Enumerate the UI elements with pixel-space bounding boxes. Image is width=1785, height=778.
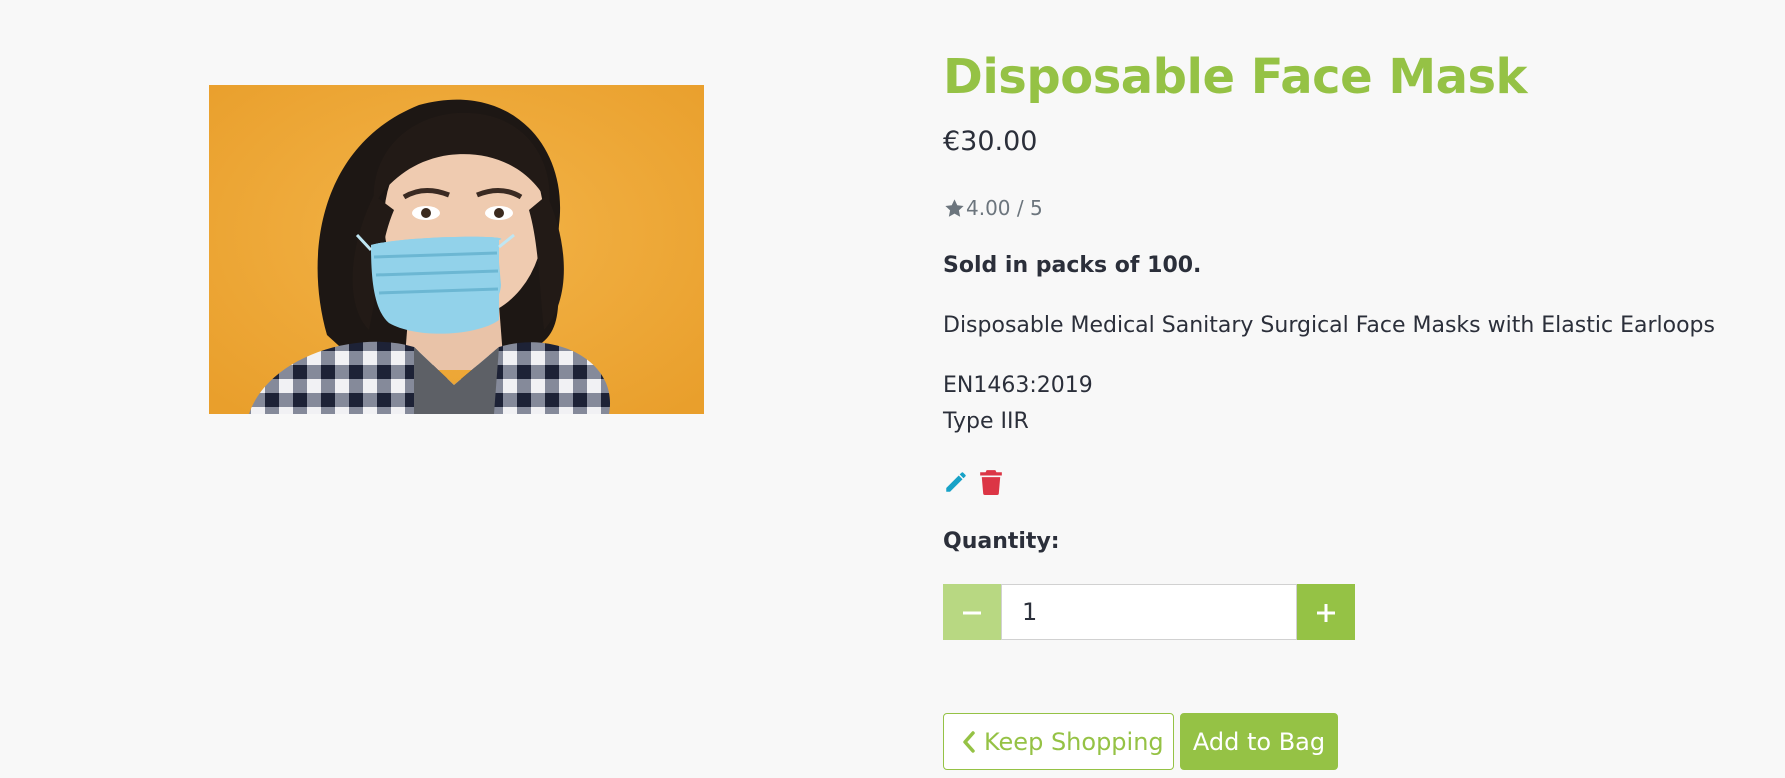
plus-icon (1316, 595, 1336, 629)
product-photo (209, 85, 704, 414)
minus-icon (962, 595, 982, 629)
spec-type: Type IIR (943, 409, 1029, 434)
product-detail-page: Disposable Face Mask €30.00 4.00 / 5 Sol… (0, 0, 1785, 778)
star-icon (943, 197, 966, 220)
rating-text: 4.00 / 5 (966, 196, 1043, 220)
product-actions: Keep Shopping Add to Bag (943, 713, 1338, 770)
quantity-label: Quantity: (943, 529, 1060, 554)
product-description: Disposable Medical Sanitary Surgical Fac… (943, 313, 1715, 338)
spec-standard: EN1463:2019 (943, 373, 1093, 398)
increment-quantity-button[interactable] (1297, 584, 1355, 640)
admin-actions (943, 469, 1013, 495)
chevron-left-icon (962, 730, 976, 753)
trash-icon (979, 469, 1003, 495)
quantity-input[interactable] (1001, 584, 1297, 640)
product-title: Disposable Face Mask (943, 49, 1527, 105)
delete-product-link[interactable] (978, 469, 1004, 495)
edit-product-link[interactable] (943, 469, 969, 495)
keep-shopping-button[interactable]: Keep Shopping (943, 713, 1174, 770)
packs-note: Sold in packs of 100. (943, 253, 1202, 278)
decrement-quantity-button[interactable] (943, 584, 1001, 640)
keep-shopping-label: Keep Shopping (984, 727, 1164, 756)
product-price: €30.00 (943, 126, 1038, 157)
add-to-bag-button[interactable]: Add to Bag (1180, 713, 1338, 770)
quantity-stepper (943, 584, 1355, 640)
pencil-icon (943, 469, 969, 495)
product-rating: 4.00 / 5 (943, 194, 1043, 222)
product-image (209, 85, 704, 414)
